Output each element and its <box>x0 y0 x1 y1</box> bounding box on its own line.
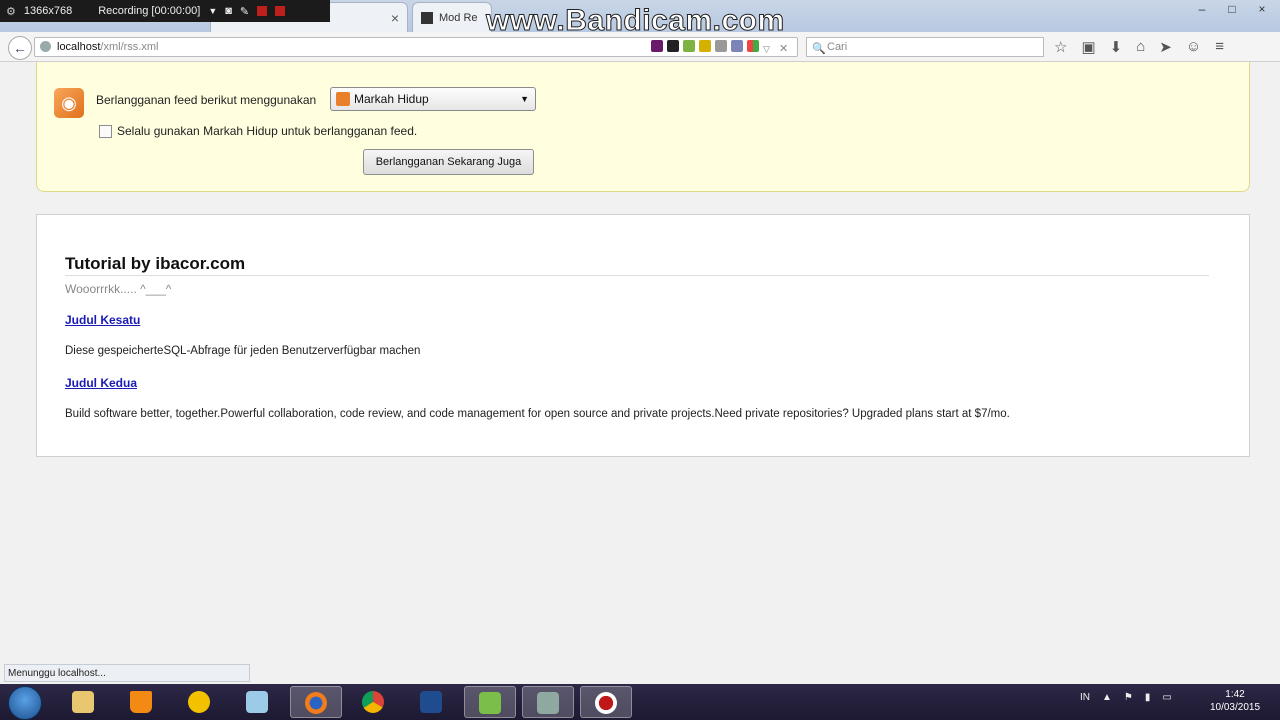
feed-item-title[interactable]: Judul Kedua <box>65 376 137 390</box>
firefox-icon <box>305 692 327 714</box>
addon-3-icon[interactable] <box>715 40 727 52</box>
rss-feed-icon: ◉ <box>54 88 84 118</box>
pencil-icon[interactable]: ✎ <box>240 5 249 18</box>
language-indicator[interactable]: IN <box>1080 692 1090 703</box>
app-icon <box>537 692 559 714</box>
feed-item-description: Build software better, together.Powerful… <box>65 408 1010 420</box>
editor-task[interactable] <box>464 686 516 718</box>
recorder-status: Recording [00:00:00] <box>98 5 201 17</box>
home-icon[interactable]: ⌂ <box>1136 38 1145 56</box>
start-button[interactable] <box>8 686 42 720</box>
tab-favicon-icon <box>421 11 433 24</box>
subscribe-label: Berlangganan feed berikut menggunakan <box>96 93 317 107</box>
lock-green-icon[interactable] <box>683 40 695 52</box>
clock-date: 10/03/2015 <box>1209 702 1261 713</box>
bookmarks-list-icon[interactable]: ▣ <box>1081 38 1095 56</box>
url-addon-icons: ▽ ✕ <box>651 40 791 55</box>
subscribe-panel: ◉ Berlangganan feed berikut menggunakan … <box>36 62 1250 192</box>
maximize-icon[interactable]: □ <box>1224 2 1240 16</box>
window-controls: – □ × <box>1194 2 1270 16</box>
feed-item-description: Diese gespeicherteSQL-Abfrage für jeden … <box>65 345 421 357</box>
feed-divider <box>65 275 1209 276</box>
tab-mod[interactable]: Mod Re <box>412 2 492 32</box>
stop-icon[interactable] <box>275 6 286 16</box>
subscribe-now-button[interactable]: Berlangganan Sekarang Juga <box>363 149 534 175</box>
network-icon[interactable]: ▭ <box>1162 692 1171 703</box>
toolbar-icons: ☆ ▣ ⬇ ⌂ ➤ ☺ ≡ <box>1054 38 1224 56</box>
app-task[interactable] <box>522 686 574 718</box>
search-icon: 🔍 <box>812 43 826 55</box>
recorder-bar: ⚙ 1366x768 Recording [00:00:00] ▼ ◙ ✎ <box>0 0 330 22</box>
tray-expand-icon[interactable]: ▲ <box>1102 692 1112 703</box>
close-icon[interactable]: × <box>1254 2 1270 16</box>
status-bar: Menunggu localhost... <box>4 664 250 682</box>
nav-bar: ← localhost/xml/rss.xml ▽ ✕ 🔍 Cari ☆ ▣ ⬇… <box>0 32 1280 62</box>
system-tray: IN ▲ ⚑ ▮ ▭ <box>1080 692 1172 703</box>
globe-icon <box>40 41 51 52</box>
url-host: localhost <box>57 41 101 53</box>
warning-icon <box>188 691 210 713</box>
device-icon[interactable]: ▮ <box>1145 692 1151 703</box>
explorer-task[interactable] <box>58 686 110 718</box>
lock-yellow-icon[interactable] <box>699 40 711 52</box>
camera-icon[interactable]: ◙ <box>225 5 232 17</box>
firefox-task[interactable] <box>290 686 342 718</box>
dropdown-icon[interactable]: ▽ <box>763 40 775 54</box>
feed-title: Tutorial by ibacor.com <box>65 254 246 273</box>
clock[interactable]: 1:42 10/03/2015 <box>1200 688 1270 714</box>
feed-subtitle: Wooorrrkk..... ^___^ <box>65 282 172 296</box>
tab-close-icon[interactable]: × <box>391 10 399 26</box>
windows-icon[interactable] <box>747 40 759 52</box>
send-icon[interactable]: ➤ <box>1159 38 1172 56</box>
editor-icon <box>479 692 501 714</box>
search-placeholder: Cari <box>827 41 848 53</box>
live-bookmark-icon <box>336 92 350 106</box>
clear-url-icon[interactable]: ✕ <box>779 40 791 55</box>
recorder-resolution: 1366x768 <box>23 5 73 17</box>
search-input[interactable]: 🔍 Cari <box>806 37 1044 57</box>
always-use-label[interactable]: Selalu gunakan Markah Hidup untuk berlan… <box>117 124 417 138</box>
photoshop-icon <box>420 691 442 713</box>
recorder-icon: ⚙ <box>6 5 16 18</box>
taskbar: IN ▲ ⚑ ▮ ▭ 1:42 10/03/2015 <box>0 684 1280 720</box>
pause-icon[interactable] <box>257 6 268 16</box>
addon-2-icon[interactable] <box>667 40 679 52</box>
feed-item-title[interactable]: Judul Kesatu <box>65 313 140 327</box>
reader-selected: Markah Hidup <box>354 92 429 106</box>
xampp-task[interactable] <box>174 686 226 718</box>
url-path: /xml/rss.xml <box>100 41 159 53</box>
menu-icon[interactable]: ≡ <box>1215 38 1224 56</box>
chrome-task[interactable] <box>348 686 400 718</box>
always-use-checkbox[interactable] <box>99 125 112 138</box>
url-bar[interactable]: localhost/xml/rss.xml ▽ ✕ <box>34 37 798 57</box>
bandicam-task[interactable] <box>580 686 632 718</box>
vlc-task[interactable] <box>116 686 168 718</box>
feed-content: Tutorial by ibacor.com Wooorrrkk..... ^_… <box>36 214 1250 457</box>
download-icon[interactable]: ⬇ <box>1110 38 1123 56</box>
notepad-icon <box>246 691 268 713</box>
back-button[interactable]: ← <box>8 36 32 60</box>
folder-icon <box>72 691 94 713</box>
php-icon[interactable] <box>731 40 743 52</box>
notepad-task[interactable] <box>232 686 284 718</box>
clock-time: 1:42 <box>1225 689 1245 700</box>
tab-label: Mod Re <box>439 11 478 24</box>
vlc-icon <box>130 691 152 713</box>
chrome-icon <box>362 691 384 713</box>
minimize-icon[interactable]: – <box>1194 2 1210 16</box>
reader-select[interactable]: Markah Hidup ▼ <box>330 87 536 111</box>
chat-icon[interactable]: ☺ <box>1186 38 1201 56</box>
photoshop-task[interactable] <box>406 686 458 718</box>
chevron-down-icon: ▼ <box>520 94 529 104</box>
bookmark-star-icon[interactable]: ☆ <box>1054 38 1067 56</box>
recorder-dropdown-icon[interactable]: ▼ <box>208 6 217 16</box>
record-icon <box>595 692 617 714</box>
flag-icon[interactable]: ⚑ <box>1124 692 1133 703</box>
addon-1-icon[interactable] <box>651 40 663 52</box>
